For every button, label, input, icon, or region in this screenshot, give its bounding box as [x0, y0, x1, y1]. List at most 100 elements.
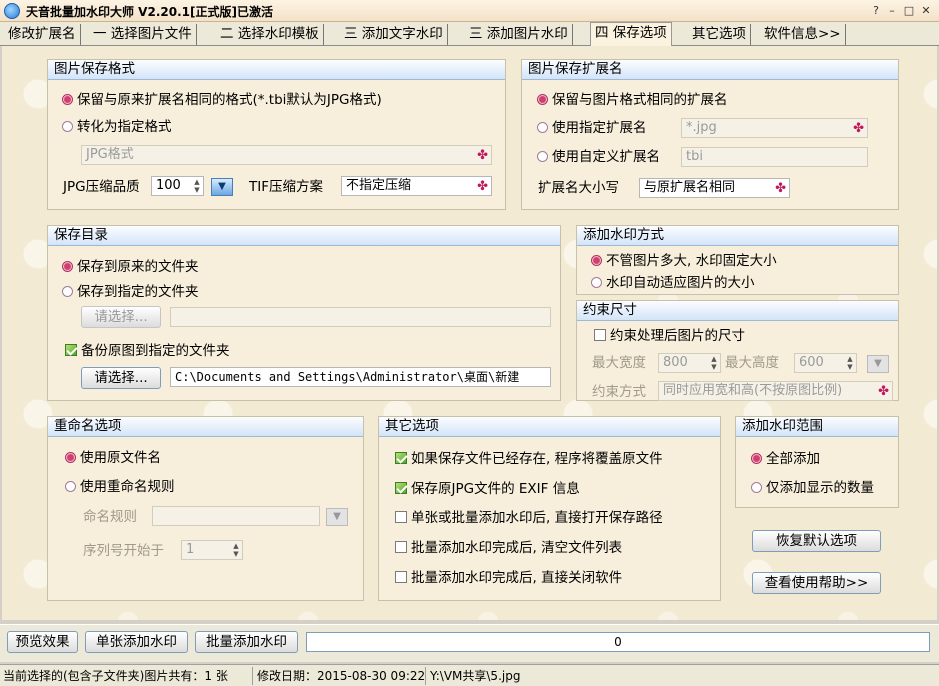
progress-text: 0	[614, 635, 622, 649]
help-button[interactable]: ?	[868, 3, 884, 18]
ext-custom-option[interactable]: 使用自定义扩展名	[537, 148, 660, 166]
backup-folder-path-value: C:\Documents and Settings\Administrator\…	[175, 370, 520, 384]
constraint-size-checkbox[interactable]: 约束处理后图片的尺寸	[594, 327, 745, 345]
status-image-count: 当前选择的(包含子文件夹)图片共有：1 张	[0, 667, 253, 685]
tab-bar: 修改扩展名 一 选择图片文件 二 选择水印模板 三 添加文字水印 三 添加图片水…	[0, 22, 939, 46]
close-button[interactable]: ✕	[918, 3, 934, 18]
naming-rule-dropdown-button[interactable]: ▼	[326, 508, 348, 526]
checkbox-icon	[594, 329, 606, 341]
checkbox-checked-icon	[395, 482, 407, 494]
watermark-range-group: 添加水印范围 全部添加 仅添加显示的数量	[735, 416, 899, 508]
tab-select-files[interactable]: 一 选择图片文件	[89, 24, 197, 45]
dropdown-arrow-icon: ✤	[775, 181, 786, 196]
title-bar: 天音批量加水印大师 V2.20.1[正式版]已激活 ? – □ ✕	[0, 0, 939, 22]
app-icon	[4, 3, 20, 19]
choose-backup-folder-button[interactable]: 请选择...	[81, 367, 161, 389]
ext-keep-option[interactable]: 保留与图片格式相同的扩展名	[537, 91, 728, 109]
spin-arrows-icon[interactable]: ▲ ▼	[192, 178, 202, 194]
tab-image-watermark[interactable]: 三 添加图片水印	[465, 24, 573, 45]
backup-original-checkbox[interactable]: 备份原图到指定的文件夹	[65, 342, 230, 360]
ext-specified-option[interactable]: 使用指定扩展名	[537, 119, 647, 137]
ext-specified-select[interactable]: *.jpg ✤	[681, 118, 868, 138]
restore-defaults-button[interactable]: 恢复默认选项	[752, 530, 881, 552]
single-add-watermark-button[interactable]: 单张添加水印	[85, 631, 188, 653]
watermark-range-title: 添加水印范围	[736, 417, 898, 437]
use-rename-rule-option[interactable]: 使用重命名规则	[65, 478, 175, 496]
close-app-checkbox[interactable]: 批量添加水印完成后, 直接关闭软件	[395, 569, 622, 587]
tif-compression-label: TIF压缩方案	[249, 179, 323, 195]
watermark-auto-size-label: 水印自动适应图片的大小	[606, 275, 755, 291]
naming-rule-input[interactable]	[152, 506, 320, 526]
overwrite-existing-label: 如果保存文件已经存在, 程序将覆盖原文件	[411, 451, 663, 467]
checkbox-icon	[395, 541, 407, 553]
add-visible-option[interactable]: 仅添加显示的数量	[751, 479, 874, 497]
max-width-input[interactable]: 800 ▲ ▼	[658, 353, 721, 373]
max-height-input[interactable]: 600 ▲ ▼	[794, 353, 857, 373]
constraint-dropdown-button[interactable]: ▼	[867, 355, 889, 373]
overwrite-existing-checkbox[interactable]: 如果保存文件已经存在, 程序将覆盖原文件	[395, 450, 663, 468]
spin-arrows-icon[interactable]: ▲ ▼	[845, 355, 855, 371]
tif-compression-select[interactable]: 不指定压缩 ✤	[341, 176, 492, 196]
save-extension-group: 图片保存扩展名 保留与图片格式相同的扩展名 使用指定扩展名 *.jpg ✤ 使用…	[521, 59, 899, 210]
spin-arrows-icon[interactable]: ▲ ▼	[231, 542, 241, 558]
save-format-keep-option[interactable]: 保留与原来扩展名相同的格式(*.tbi默认为JPG格式)	[62, 91, 382, 109]
save-folder-path-input[interactable]	[170, 307, 551, 327]
save-specified-folder-option[interactable]: 保存到指定的文件夹	[62, 283, 199, 301]
format-select[interactable]: JPG格式 ✤	[81, 145, 492, 165]
tab-select-template[interactable]: 二 选择水印模板	[216, 24, 324, 45]
jpg-quality-input[interactable]: 100 ▲ ▼	[151, 176, 204, 196]
ext-case-select[interactable]: 与原扩展名相同 ✤	[639, 178, 790, 198]
use-original-name-option[interactable]: 使用原文件名	[65, 449, 161, 467]
sequence-start-input[interactable]: 1 ▲ ▼	[181, 540, 243, 560]
ext-custom-input[interactable]: tbi	[681, 147, 868, 167]
minimize-button[interactable]: –	[884, 3, 900, 18]
radio-selected-icon	[537, 94, 548, 105]
constraint-mode-value: 同时应用宽和高(不按原图比例)	[663, 383, 843, 398]
backup-folder-path-input[interactable]: C:\Documents and Settings\Administrator\…	[170, 367, 551, 387]
radio-selected-icon	[751, 453, 762, 464]
radio-icon	[65, 481, 76, 492]
save-format-keep-label: 保留与原来扩展名相同的格式(*.tbi默认为JPG格式)	[77, 92, 382, 108]
radio-icon	[751, 482, 762, 493]
watermark-auto-size-option[interactable]: 水印自动适应图片的大小	[591, 274, 755, 292]
radio-icon	[62, 286, 73, 297]
format-select-value: JPG格式	[86, 147, 134, 162]
watermark-fixed-size-label: 不管图片多大, 水印固定大小	[606, 253, 777, 269]
save-extension-title: 图片保存扩展名	[522, 60, 898, 80]
tab-text-watermark[interactable]: 三 添加文字水印	[340, 24, 448, 45]
status-bar: 当前选择的(包含子文件夹)图片共有：1 张 修改日期：2015-08-30 09…	[0, 664, 939, 686]
spin-arrows-icon[interactable]: ▲ ▼	[709, 355, 719, 371]
watermark-fixed-size-option[interactable]: 不管图片多大, 水印固定大小	[591, 252, 777, 270]
tab-save-options[interactable]: 四 保存选项	[590, 22, 672, 46]
use-rename-rule-label: 使用重命名规则	[80, 479, 175, 495]
status-file-path: Y:\VM共享\5.jpg	[430, 669, 521, 683]
radio-selected-icon	[591, 255, 602, 266]
checkbox-checked-icon	[395, 452, 407, 464]
ext-case-value: 与原扩展名相同	[644, 180, 736, 195]
maximize-button[interactable]: □	[901, 3, 917, 18]
preview-button[interactable]: 预览效果	[7, 631, 78, 653]
radio-icon	[537, 151, 548, 162]
batch-add-watermark-button[interactable]: 批量添加水印	[195, 631, 298, 653]
choose-folder-button[interactable]: 请选择...	[81, 306, 161, 328]
clear-file-list-checkbox[interactable]: 批量添加水印完成后, 清空文件列表	[395, 539, 622, 557]
add-all-option[interactable]: 全部添加	[751, 450, 820, 468]
max-width-label: 最大宽度	[592, 355, 646, 371]
ext-keep-label: 保留与图片格式相同的扩展名	[552, 92, 728, 108]
other-options-group: 其它选项 如果保存文件已经存在, 程序将覆盖原文件 保存原JPG文件的 EXIF…	[378, 416, 721, 601]
open-save-path-checkbox[interactable]: 单张或批量添加水印后, 直接打开保存路径	[395, 509, 663, 527]
save-format-group: 图片保存格式 保留与原来扩展名相同的格式(*.tbi默认为JPG格式) 转化为指…	[47, 59, 506, 210]
jpg-quality-dropdown-button[interactable]: ▼	[211, 178, 233, 196]
keep-exif-checkbox[interactable]: 保存原JPG文件的 EXIF 信息	[395, 480, 580, 498]
tab-software-info[interactable]: 软件信息>>	[760, 24, 846, 45]
save-format-convert-option[interactable]: 转化为指定格式	[62, 118, 172, 136]
ext-specified-value: *.jpg	[686, 120, 717, 135]
tab-rename-ext[interactable]: 修改扩展名	[4, 24, 81, 45]
view-help-button[interactable]: 查看使用帮助>>	[752, 572, 881, 594]
save-directory-group: 保存目录 保存到原来的文件夹 保存到指定的文件夹 请选择... 备份原图到指定的…	[47, 225, 561, 401]
tab-other-options[interactable]: 其它选项	[688, 24, 751, 45]
constraint-size-label: 约束处理后图片的尺寸	[610, 328, 745, 344]
save-original-folder-option[interactable]: 保存到原来的文件夹	[62, 258, 199, 276]
dropdown-arrow-icon: ✤	[477, 148, 488, 163]
constraint-mode-select[interactable]: 同时应用宽和高(不按原图比例) ✤	[658, 381, 893, 401]
